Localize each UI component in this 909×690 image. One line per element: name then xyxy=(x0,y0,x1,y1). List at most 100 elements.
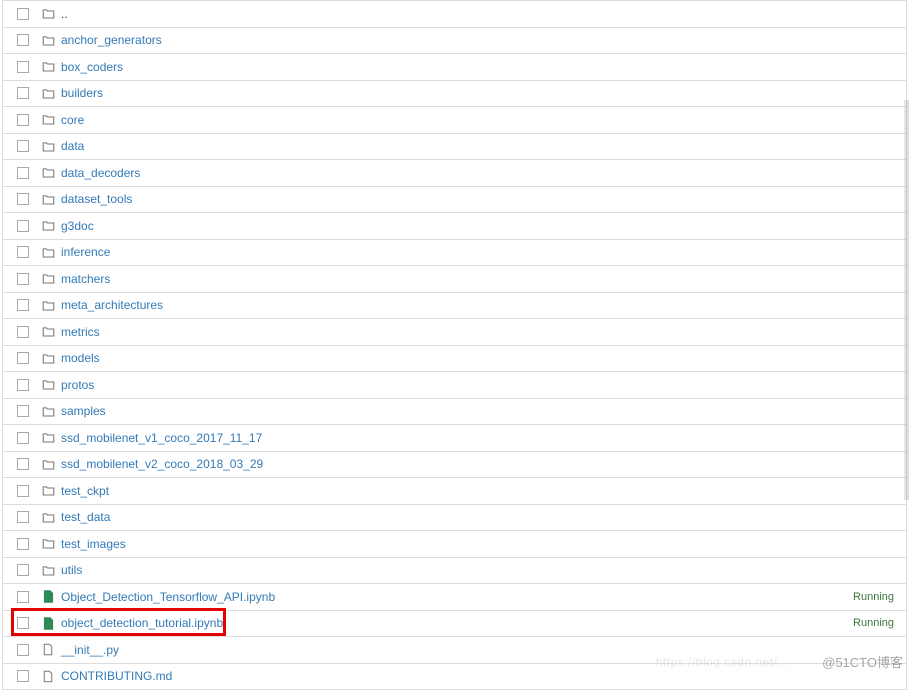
file-row[interactable]: models xyxy=(3,345,906,372)
folder-icon xyxy=(41,325,55,339)
file-name-link[interactable]: data xyxy=(61,139,84,153)
file-row[interactable]: object_detection_tutorial.ipynb Running xyxy=(3,610,906,637)
file-row[interactable]: anchor_generators xyxy=(3,27,906,54)
file-name-link[interactable]: test_data xyxy=(61,510,110,524)
select-checkbox[interactable] xyxy=(17,617,29,629)
file-name-link[interactable]: .. xyxy=(61,7,68,21)
file-row[interactable]: box_coders xyxy=(3,53,906,80)
running-status: Running xyxy=(853,591,894,603)
file-name-link[interactable]: CONTRIBUTING.md xyxy=(61,669,172,683)
select-checkbox[interactable] xyxy=(17,193,29,205)
file-row[interactable]: meta_architectures xyxy=(3,292,906,319)
select-checkbox[interactable] xyxy=(17,220,29,232)
file-name-link[interactable]: inference xyxy=(61,245,110,259)
select-checkbox[interactable] xyxy=(17,644,29,656)
file-name-link[interactable]: metrics xyxy=(61,325,100,339)
file-name-link[interactable]: protos xyxy=(61,378,94,392)
file-name-link[interactable]: test_ckpt xyxy=(61,484,109,498)
file-row[interactable]: metrics xyxy=(3,318,906,345)
file-row[interactable]: samples xyxy=(3,398,906,425)
file-row[interactable]: .. xyxy=(3,0,906,27)
file-name-link[interactable]: g3doc xyxy=(61,219,94,233)
select-checkbox[interactable] xyxy=(17,432,29,444)
folder-icon xyxy=(41,272,55,286)
select-checkbox[interactable] xyxy=(17,485,29,497)
watermark: @51CTO博客 xyxy=(822,652,903,671)
file-row[interactable]: Object_Detection_Tensorflow_API.ipynb Run… xyxy=(3,583,906,610)
folder-icon xyxy=(41,351,55,365)
folder-icon xyxy=(41,404,55,418)
file-name-link[interactable]: data_decoders xyxy=(61,166,140,180)
file-name-link[interactable]: box_coders xyxy=(61,60,123,74)
folder-icon xyxy=(41,431,55,445)
select-checkbox[interactable] xyxy=(17,564,29,576)
select-checkbox[interactable] xyxy=(17,458,29,470)
file-row[interactable]: data_decoders xyxy=(3,159,906,186)
select-checkbox[interactable] xyxy=(17,140,29,152)
file-name-link[interactable]: utils xyxy=(61,563,82,577)
file-name-link[interactable]: dataset_tools xyxy=(61,192,132,206)
file-name-link[interactable]: builders xyxy=(61,86,103,100)
folder-icon xyxy=(41,33,55,47)
select-checkbox[interactable] xyxy=(17,61,29,73)
select-checkbox[interactable] xyxy=(17,591,29,603)
folder-icon xyxy=(41,484,55,498)
file-name-link[interactable]: object_detection_tutorial.ipynb xyxy=(61,616,223,630)
file-row[interactable]: matchers xyxy=(3,265,906,292)
file-row[interactable]: builders xyxy=(3,80,906,107)
folder-icon xyxy=(41,537,55,551)
select-checkbox[interactable] xyxy=(17,299,29,311)
select-checkbox[interactable] xyxy=(17,670,29,682)
folder-icon xyxy=(41,378,55,392)
select-checkbox[interactable] xyxy=(17,538,29,550)
file-row[interactable]: test_data xyxy=(3,504,906,531)
select-checkbox[interactable] xyxy=(17,8,29,20)
file-name-link[interactable]: meta_architectures xyxy=(61,298,163,312)
select-checkbox[interactable] xyxy=(17,246,29,258)
select-checkbox[interactable] xyxy=(17,511,29,523)
file-list: .. anchor_generators box_coders builders cor… xyxy=(2,0,907,690)
file-name-link[interactable]: samples xyxy=(61,404,106,418)
select-checkbox[interactable] xyxy=(17,167,29,179)
file-icon xyxy=(41,669,55,683)
file-row[interactable]: ssd_mobilenet_v2_coco_2018_03_29 xyxy=(3,451,906,478)
file-row[interactable]: dataset_tools xyxy=(3,186,906,213)
file-name-link[interactable]: Object_Detection_Tensorflow_API.ipynb xyxy=(61,590,275,604)
file-row[interactable]: ssd_mobilenet_v1_coco_2017_11_17 xyxy=(3,424,906,451)
folder-icon xyxy=(41,86,55,100)
folder-icon xyxy=(41,192,55,206)
select-checkbox[interactable] xyxy=(17,273,29,285)
folder-icon xyxy=(41,139,55,153)
folder-icon xyxy=(41,219,55,233)
file-name-link[interactable]: models xyxy=(61,351,100,365)
file-name-link[interactable]: anchor_generators xyxy=(61,33,162,47)
running-status: Running xyxy=(853,617,894,629)
file-row[interactable]: core xyxy=(3,106,906,133)
file-name-link[interactable]: test_images xyxy=(61,537,126,551)
folder-icon xyxy=(41,510,55,524)
folder-icon xyxy=(41,457,55,471)
file-name-link[interactable]: __init__.py xyxy=(61,643,119,657)
file-name-link[interactable]: matchers xyxy=(61,272,110,286)
select-checkbox[interactable] xyxy=(17,352,29,364)
select-checkbox[interactable] xyxy=(17,34,29,46)
select-checkbox[interactable] xyxy=(17,114,29,126)
file-row[interactable]: inference xyxy=(3,239,906,266)
file-row[interactable]: g3doc xyxy=(3,212,906,239)
file-icon xyxy=(41,643,55,657)
file-row[interactable]: test_ckpt xyxy=(3,477,906,504)
file-row[interactable]: protos xyxy=(3,371,906,398)
watermark-faint: https://blog.csdn.net/... xyxy=(656,655,789,669)
file-name-link[interactable]: ssd_mobilenet_v2_coco_2018_03_29 xyxy=(61,457,263,471)
file-row[interactable]: test_images xyxy=(3,530,906,557)
file-row[interactable]: utils xyxy=(3,557,906,584)
select-checkbox[interactable] xyxy=(17,87,29,99)
folder-icon xyxy=(41,298,55,312)
file-name-link[interactable]: ssd_mobilenet_v1_coco_2017_11_17 xyxy=(61,431,262,445)
select-checkbox[interactable] xyxy=(17,405,29,417)
select-checkbox[interactable] xyxy=(17,326,29,338)
file-name-link[interactable]: core xyxy=(61,113,84,127)
folder-icon xyxy=(41,7,55,21)
select-checkbox[interactable] xyxy=(17,379,29,391)
file-row[interactable]: data xyxy=(3,133,906,160)
